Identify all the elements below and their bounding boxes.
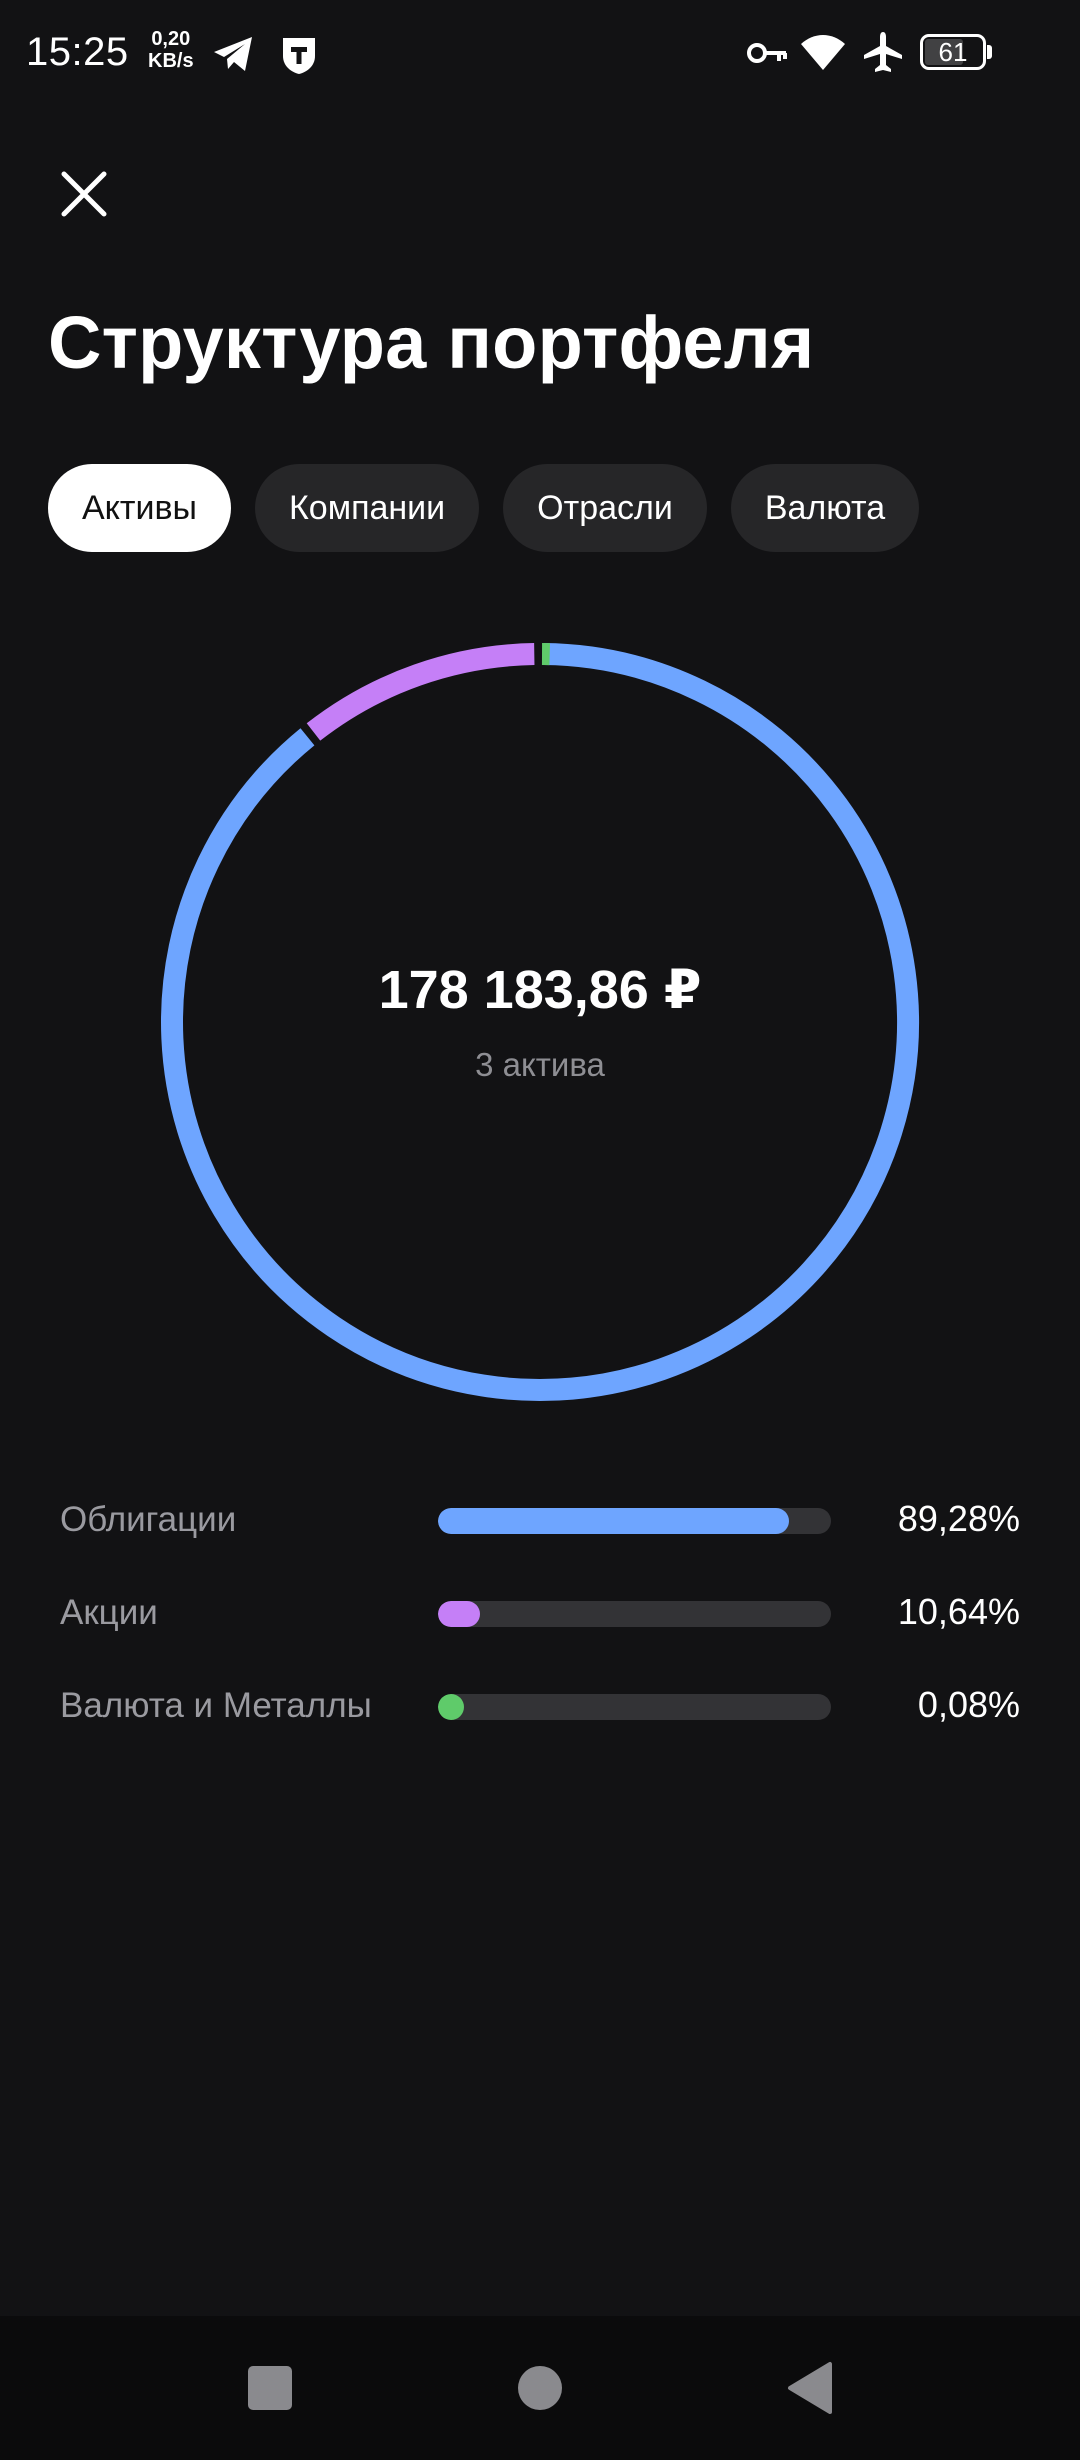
tab-currency[interactable]: Валюта bbox=[730, 464, 920, 552]
airplane-icon bbox=[864, 32, 902, 72]
system-nav-bar bbox=[0, 2316, 1080, 2460]
wifi-icon bbox=[801, 35, 845, 70]
legend-row-stocks[interactable]: Акции 10,64% bbox=[60, 1563, 1020, 1656]
legend-bar-track bbox=[438, 1694, 831, 1720]
battery-icon: 61 bbox=[920, 34, 994, 72]
page-title: Структура портфеля bbox=[48, 301, 815, 384]
legend-percent: 89,28% bbox=[897, 1498, 1020, 1539]
donut-segment-stocks bbox=[306, 643, 535, 741]
home-circle-icon[interactable] bbox=[512, 2360, 568, 2416]
tinkoff-icon bbox=[283, 38, 315, 74]
legend-bar-fill bbox=[438, 1694, 464, 1720]
legend-row-bonds[interactable]: Облигации 89,28% bbox=[60, 1470, 1020, 1563]
donut-segment-bonds bbox=[161, 643, 919, 1401]
segment-tabs: Активы Компании Отрасли Валюта bbox=[48, 464, 920, 552]
legend-bar-fill bbox=[438, 1601, 480, 1627]
donut-svg bbox=[161, 643, 919, 1401]
portfolio-total: 178 183,86 ₽ bbox=[378, 960, 702, 1020]
close-icon[interactable] bbox=[50, 160, 118, 228]
network-speed-value: 0,20 bbox=[151, 28, 191, 50]
legend-label: Валюта и Металлы bbox=[60, 1686, 372, 1725]
recents-square-icon[interactable] bbox=[242, 2360, 298, 2416]
legend-label: Акции bbox=[60, 1593, 158, 1632]
legend-row-currency-metals[interactable]: Валюта и Металлы 0,08% bbox=[60, 1656, 1020, 1749]
tab-assets[interactable]: Активы bbox=[48, 464, 231, 552]
status-bar: 15:25 0,20 KB/s 61 bbox=[0, 0, 1080, 110]
network-speed: 0,20 KB/s bbox=[148, 28, 194, 72]
legend-percent: 10,64% bbox=[897, 1591, 1020, 1632]
legend-percent: 0,08% bbox=[917, 1684, 1020, 1725]
network-speed-unit: KB/s bbox=[148, 50, 194, 72]
portfolio-donut-chart: 178 183,86 ₽ 3 актива bbox=[160, 642, 920, 1402]
vpn-key-icon bbox=[747, 43, 787, 63]
telegram-icon bbox=[214, 37, 252, 71]
assets-count: 3 актива bbox=[475, 1046, 605, 1083]
legend-label: Облигации bbox=[60, 1500, 237, 1539]
legend-bar-track bbox=[438, 1601, 831, 1627]
legend-bar-track bbox=[438, 1508, 831, 1534]
battery-level: 61 bbox=[938, 37, 968, 67]
tab-companies[interactable]: Компании bbox=[255, 464, 480, 552]
status-time: 15:25 bbox=[26, 30, 129, 74]
allocation-legend: Облигации 89,28% Акции 10,64% Валюта и М… bbox=[60, 1470, 1020, 1749]
tab-industries[interactable]: Отрасли bbox=[503, 464, 707, 552]
legend-bar-fill bbox=[438, 1508, 789, 1534]
back-triangle-icon[interactable] bbox=[782, 2360, 838, 2416]
